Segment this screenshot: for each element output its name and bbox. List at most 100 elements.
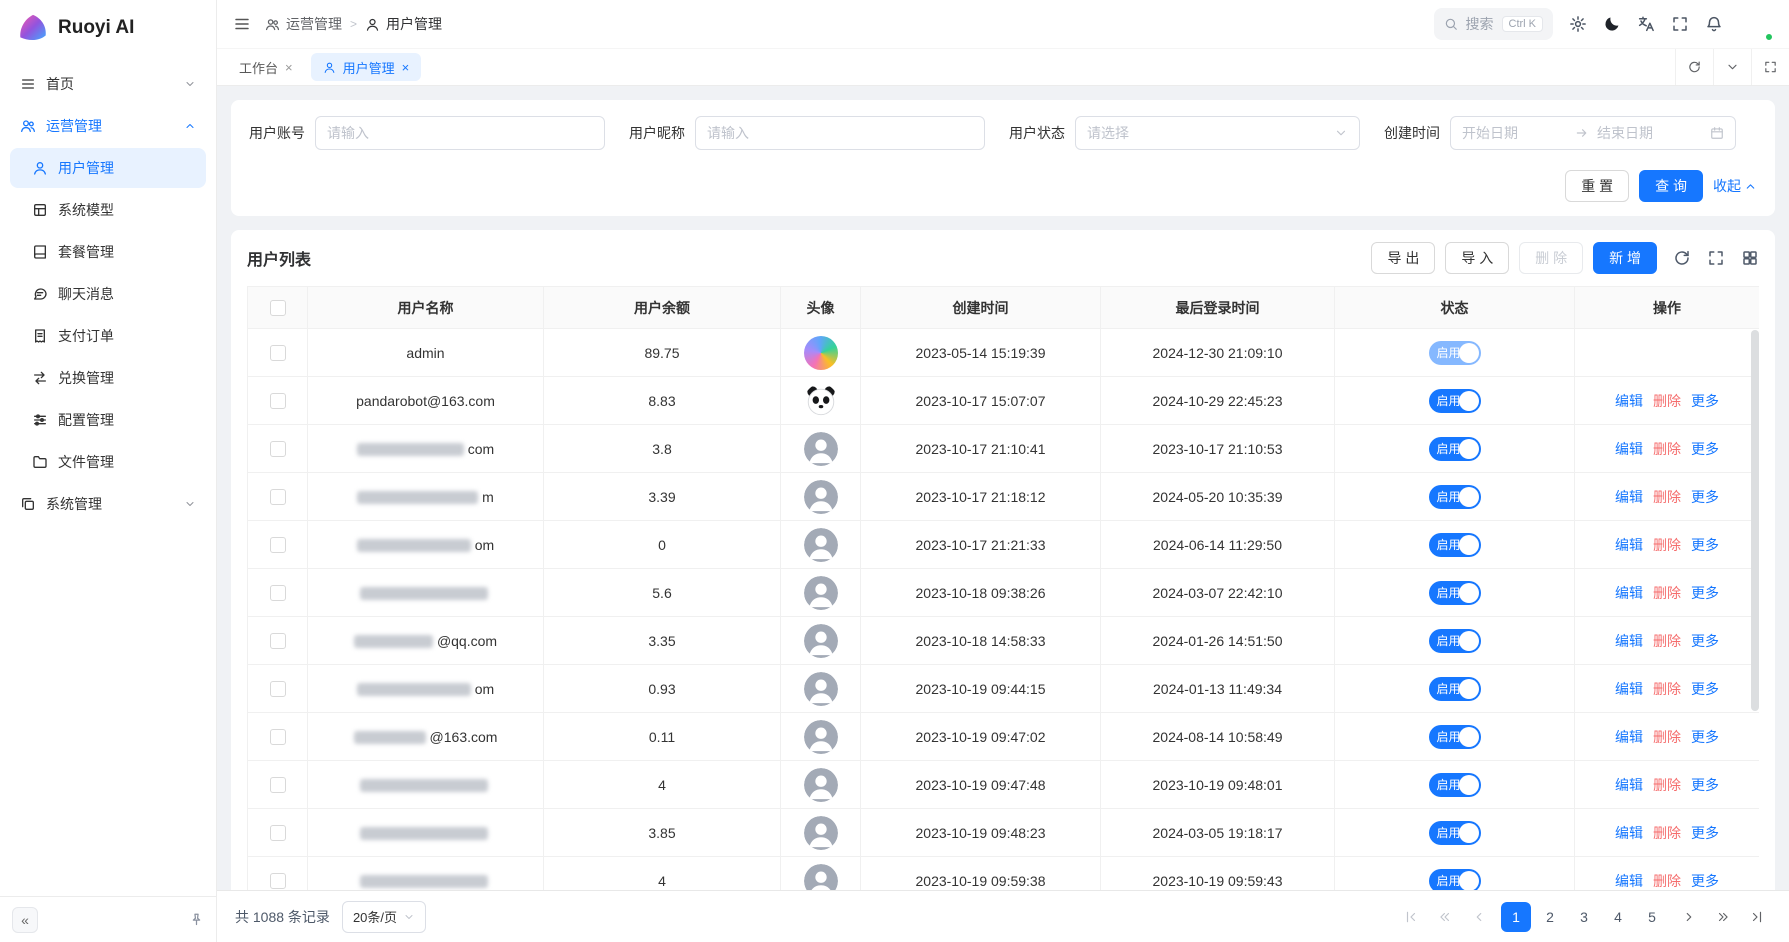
status-toggle[interactable]: 启用 bbox=[1429, 389, 1481, 413]
column-header[interactable]: 状态 bbox=[1335, 287, 1575, 329]
sidebar-item-sliders[interactable]: 配置管理 bbox=[10, 400, 206, 440]
delete-link[interactable]: 删除 bbox=[1653, 825, 1681, 841]
page-button-4[interactable]: 4 bbox=[1603, 902, 1633, 932]
row-checkbox[interactable] bbox=[270, 345, 286, 361]
more-link[interactable]: 更多 bbox=[1691, 681, 1719, 697]
delete-button[interactable]: 删 除 bbox=[1519, 242, 1583, 274]
delete-link[interactable]: 删除 bbox=[1653, 681, 1681, 697]
column-settings-icon[interactable] bbox=[1741, 249, 1759, 267]
more-link[interactable]: 更多 bbox=[1691, 873, 1719, 889]
logo[interactable]: Ruoyi AI bbox=[0, 0, 216, 56]
edit-link[interactable]: 编辑 bbox=[1615, 489, 1643, 505]
more-link[interactable]: 更多 bbox=[1691, 489, 1719, 505]
sidebar-collapse-button[interactable]: « bbox=[12, 907, 38, 933]
row-checkbox[interactable] bbox=[270, 489, 286, 505]
fullscreen-icon[interactable] bbox=[1707, 249, 1725, 267]
delete-link[interactable]: 删除 bbox=[1653, 441, 1681, 457]
translate-icon[interactable] bbox=[1637, 15, 1655, 33]
row-checkbox[interactable] bbox=[270, 777, 286, 793]
pin-icon[interactable] bbox=[189, 912, 204, 927]
more-link[interactable]: 更多 bbox=[1691, 777, 1719, 793]
edit-link[interactable]: 编辑 bbox=[1615, 585, 1643, 601]
page-size-select[interactable]: 20条/页 bbox=[342, 901, 426, 933]
column-header[interactable]: 创建时间 bbox=[861, 287, 1101, 329]
edit-link[interactable]: 编辑 bbox=[1615, 873, 1643, 889]
close-icon[interactable]: × bbox=[285, 60, 293, 75]
status-toggle[interactable]: 启用 bbox=[1429, 869, 1481, 891]
more-link[interactable]: 更多 bbox=[1691, 633, 1719, 649]
add-button[interactable]: 新 增 bbox=[1593, 242, 1657, 274]
search-button[interactable]: 查 询 bbox=[1639, 170, 1703, 202]
chevron-down-icon[interactable] bbox=[1713, 49, 1751, 85]
first-page-button[interactable] bbox=[1397, 903, 1425, 931]
sidebar-item-receipt[interactable]: 支付订单 bbox=[10, 316, 206, 356]
status-toggle[interactable]: 启用 bbox=[1429, 677, 1481, 701]
tab-user-management[interactable]: 用户管理 × bbox=[311, 53, 422, 81]
status-select[interactable]: 请选择 bbox=[1075, 116, 1360, 150]
close-icon[interactable]: × bbox=[402, 60, 410, 75]
expand-icon[interactable] bbox=[1751, 49, 1789, 85]
more-link[interactable]: 更多 bbox=[1691, 441, 1719, 457]
refresh-icon[interactable] bbox=[1673, 249, 1691, 267]
page-button-5[interactable]: 5 bbox=[1637, 902, 1667, 932]
delete-link[interactable]: 删除 bbox=[1653, 729, 1681, 745]
more-link[interactable]: 更多 bbox=[1691, 537, 1719, 553]
edit-link[interactable]: 编辑 bbox=[1615, 777, 1643, 793]
sidebar-item-book[interactable]: 套餐管理 bbox=[10, 232, 206, 272]
delete-link[interactable]: 删除 bbox=[1653, 585, 1681, 601]
row-checkbox[interactable] bbox=[270, 729, 286, 745]
delete-link[interactable]: 删除 bbox=[1653, 873, 1681, 889]
edit-link[interactable]: 编辑 bbox=[1615, 825, 1643, 841]
status-toggle[interactable]: 启用 bbox=[1429, 581, 1481, 605]
status-toggle[interactable]: 启用 bbox=[1429, 341, 1481, 365]
delete-link[interactable]: 删除 bbox=[1653, 777, 1681, 793]
status-toggle[interactable]: 启用 bbox=[1429, 773, 1481, 797]
row-checkbox[interactable] bbox=[270, 825, 286, 841]
row-checkbox[interactable] bbox=[270, 393, 286, 409]
sidebar-item-chat[interactable]: 聊天消息 bbox=[10, 274, 206, 314]
sidebar-group-2[interactable]: 系统管理 bbox=[10, 484, 206, 524]
date-range-input[interactable]: 开始日期 结束日期 bbox=[1450, 116, 1736, 150]
vertical-scrollbar[interactable] bbox=[1751, 330, 1759, 890]
user-avatar[interactable] bbox=[1739, 7, 1773, 41]
row-checkbox[interactable] bbox=[270, 873, 286, 889]
hamburger-menu-icon[interactable] bbox=[233, 15, 251, 33]
select-all-checkbox[interactable] bbox=[270, 300, 286, 316]
nickname-input[interactable]: 请输入 bbox=[695, 116, 985, 150]
column-header[interactable]: 用户余额 bbox=[544, 287, 781, 329]
scrollbar-thumb[interactable] bbox=[1751, 330, 1759, 711]
row-checkbox[interactable] bbox=[270, 681, 286, 697]
jump-back-button[interactable] bbox=[1431, 903, 1459, 931]
dark-mode-icon[interactable] bbox=[1603, 15, 1621, 33]
delete-link[interactable]: 删除 bbox=[1653, 633, 1681, 649]
row-checkbox[interactable] bbox=[270, 441, 286, 457]
row-checkbox[interactable] bbox=[270, 633, 286, 649]
status-toggle[interactable]: 启用 bbox=[1429, 629, 1481, 653]
more-link[interactable]: 更多 bbox=[1691, 729, 1719, 745]
column-header[interactable]: 最后登录时间 bbox=[1101, 287, 1335, 329]
sidebar-item-swap[interactable]: 兑换管理 bbox=[10, 358, 206, 398]
sidebar-item-model[interactable]: 系统模型 bbox=[10, 190, 206, 230]
page-button-3[interactable]: 3 bbox=[1569, 902, 1599, 932]
column-header[interactable]: 头像 bbox=[781, 287, 861, 329]
sidebar-item-folder[interactable]: 文件管理 bbox=[10, 442, 206, 482]
settings-icon[interactable] bbox=[1569, 15, 1587, 33]
page-button-1[interactable]: 1 bbox=[1501, 902, 1531, 932]
global-search-input[interactable]: 搜索 Ctrl K bbox=[1434, 8, 1554, 40]
account-input[interactable]: 请输入 bbox=[315, 116, 605, 150]
row-checkbox[interactable] bbox=[270, 585, 286, 601]
edit-link[interactable]: 编辑 bbox=[1615, 633, 1643, 649]
status-toggle[interactable]: 启用 bbox=[1429, 821, 1481, 845]
delete-link[interactable]: 删除 bbox=[1653, 489, 1681, 505]
column-header[interactable]: 操作 bbox=[1575, 287, 1760, 329]
export-button[interactable]: 导 出 bbox=[1371, 242, 1435, 274]
status-toggle[interactable]: 启用 bbox=[1429, 437, 1481, 461]
last-page-button[interactable] bbox=[1743, 903, 1771, 931]
status-toggle[interactable]: 启用 bbox=[1429, 485, 1481, 509]
more-link[interactable]: 更多 bbox=[1691, 825, 1719, 841]
row-checkbox[interactable] bbox=[270, 537, 286, 553]
status-toggle[interactable]: 启用 bbox=[1429, 725, 1481, 749]
breadcrumb-item-users[interactable]: 用户管理 bbox=[365, 14, 442, 34]
page-button-2[interactable]: 2 bbox=[1535, 902, 1565, 932]
jump-forward-button[interactable] bbox=[1709, 903, 1737, 931]
